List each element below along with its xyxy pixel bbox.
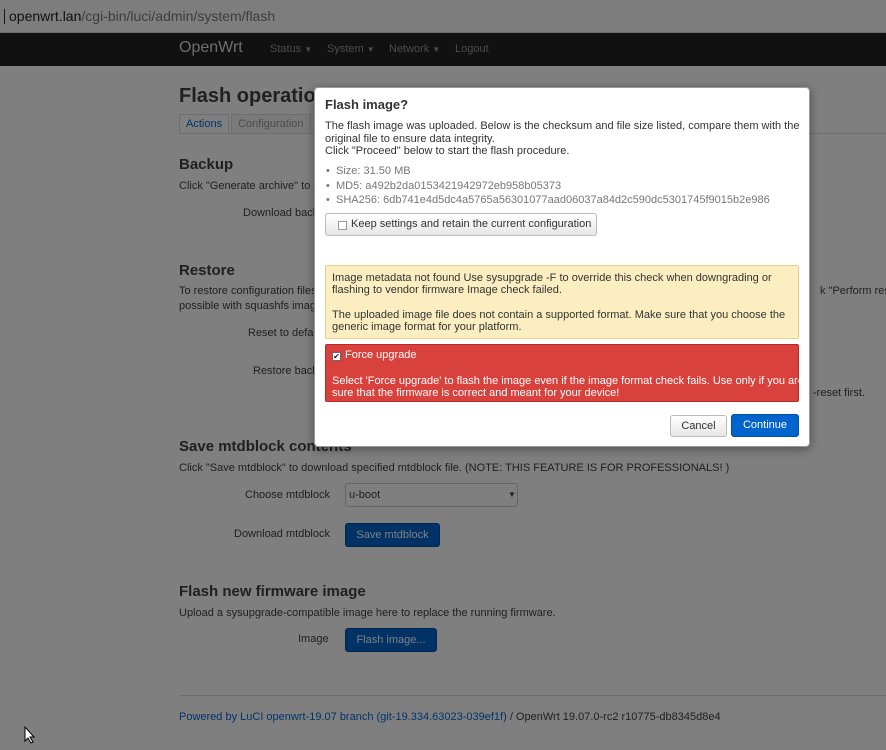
continue-button[interactable]: Continue	[731, 414, 799, 437]
force-upgrade-text-2: sure that the firmware is correct and me…	[332, 387, 620, 399]
image-sha256: SHA256: 6db741e4d5dc4a5765a56301077aad06…	[326, 194, 770, 206]
warning-text-4: generic image format for your platform.	[332, 321, 522, 333]
force-upgrade-alert: ✔ Force upgrade Select 'Force upgrade' t…	[325, 344, 804, 402]
dialog-title: Flash image?	[325, 97, 409, 112]
cancel-button[interactable]: Cancel	[670, 415, 727, 437]
image-check-warning: Image metadata not found Use sysupgrade …	[325, 265, 799, 339]
keep-settings-label: Keep settings and retain the current con…	[351, 218, 592, 230]
checkbox-icon[interactable]: ✔	[332, 352, 341, 361]
warning-text-1: Image metadata not found Use sysupgrade …	[332, 272, 772, 284]
warning-text-3: The uploaded image file does not contain…	[332, 309, 786, 321]
force-upgrade-text-1: Select 'Force upgrade' to flash the imag…	[332, 375, 804, 387]
dialog-text-1: The flash image was uploaded. Below is t…	[325, 120, 800, 132]
keep-settings-toggle[interactable]: Keep settings and retain the current con…	[325, 213, 597, 236]
keep-settings-checkbox[interactable]	[338, 221, 347, 230]
warning-text-2: flashing to vendor firmware Image check …	[332, 284, 562, 296]
dialog-text-2: original file to ensure data integrity.	[325, 133, 495, 145]
mouse-pointer-icon	[24, 726, 36, 744]
flash-image-dialog: Flash image? The flash image was uploade…	[314, 87, 810, 447]
force-upgrade-label[interactable]: Force upgrade	[345, 349, 417, 361]
image-size: Size: 31.50 MB	[326, 165, 411, 177]
image-md5: MD5: a492b2da0153421942972eb958b05373	[326, 180, 561, 192]
dialog-text-3: Click "Proceed" below to start the flash…	[325, 145, 570, 157]
